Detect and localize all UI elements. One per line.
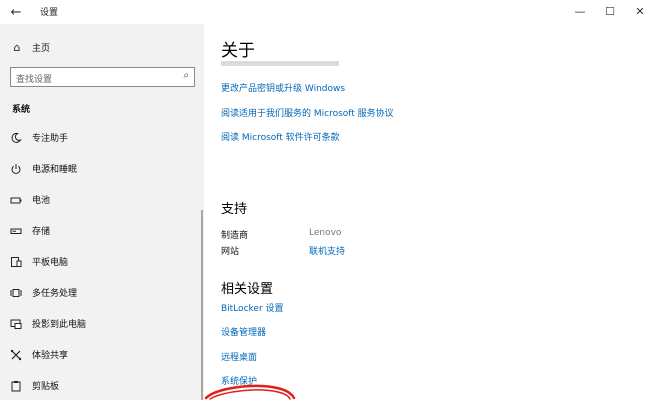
clipboard-icon [9,380,23,392]
sidebar-item-label: 电源和睡眠 [32,165,78,175]
license-terms-link[interactable]: 阅读 Microsoft 软件许可条款 [221,130,340,143]
storage-icon [9,225,23,237]
section-label: 系统 [12,105,31,115]
sidebar-item-multitasking[interactable]: 多任务处理 [0,277,204,308]
service-agreement-link[interactable]: 阅读适用于我们服务的 Microsoft 服务协议 [221,106,394,119]
power-icon [9,163,23,175]
bitlocker-settings-link[interactable]: BitLocker 设置 [221,301,284,314]
sidebar-item-label: 体验共享 [32,351,69,361]
sidebar-item-tablet[interactable]: 平板电脑 [0,246,204,277]
sidebar-item-project[interactable]: 投影到此电脑 [0,308,204,339]
minimize-icon[interactable]: — [566,2,594,20]
tablet-icon [9,256,23,268]
sidebar-item-label: 投影到此电脑 [32,320,87,330]
maximize-icon[interactable]: ☐ [596,2,624,20]
battery-icon [9,194,23,206]
project-icon [9,318,23,330]
home-icon: ⌂ [13,40,21,54]
sidebar-item-label: 电池 [32,196,51,206]
manufacturer-value: Lenovo [309,228,342,238]
title-bar: ← 设置 — ☐ ✕ [0,0,656,24]
sidebar-item-power-sleep[interactable]: 电源和睡眠 [0,153,204,184]
red-annotation-mark [204,384,296,400]
change-product-key-link[interactable]: 更改产品密钥或升级 Windows [221,81,345,94]
search-icon[interactable]: ⌕ [183,70,189,81]
support-heading: 支持 [221,202,248,217]
close-icon[interactable]: ✕ [626,2,654,20]
sidebar-item-label: 平板电脑 [32,258,69,268]
remote-desktop-link[interactable]: 远程桌面 [221,350,257,363]
sidebar-item-clipboard[interactable]: 剪贴板 [0,370,204,400]
sidebar-item-storage[interactable]: 存储 [0,215,204,246]
website-label: 网站 [221,247,240,257]
window-title: 设置 [40,8,59,18]
sidebar-item-label: 存储 [32,227,51,237]
occluded-text-strip [221,61,339,66]
sidebar-item-focus-assist[interactable]: 专注助手 [0,122,204,153]
search-input[interactable]: 查找设置 ⌕ [10,67,195,87]
device-manager-link[interactable]: 设备管理器 [221,325,266,338]
share-icon [9,349,23,361]
sidebar-nav: 专注助手 电源和睡眠 电池 存储 平板电脑 多任务处理 投影到此电脑 体验共享 … [0,122,204,400]
back-arrow-icon[interactable]: ← [6,2,26,22]
related-settings-heading: 相关设置 [221,282,274,297]
sidebar-home[interactable]: ⌂ 主页 [10,37,51,57]
sidebar: ⌂ 主页 查找设置 ⌕ 系统 专注助手 电源和睡眠 电池 存储 平板电脑 多任务… [0,24,204,400]
home-label: 主页 [32,43,51,54]
sidebar-item-shared-experiences[interactable]: 体验共享 [0,339,204,370]
main-content: 关于 更改产品密钥或升级 Windows 阅读适用于我们服务的 Microsof… [204,24,656,400]
online-support-link[interactable]: 联机支持 [309,244,345,257]
page-title: 关于 [221,41,255,61]
multitask-icon [9,287,23,299]
moon-icon [9,132,23,144]
sidebar-item-label: 多任务处理 [32,289,78,299]
sidebar-item-label: 剪贴板 [32,382,60,392]
search-placeholder: 查找设置 [16,75,53,85]
sidebar-item-battery[interactable]: 电池 [0,184,204,215]
manufacturer-label: 制造商 [221,231,249,241]
sidebar-item-label: 专注助手 [32,134,69,144]
